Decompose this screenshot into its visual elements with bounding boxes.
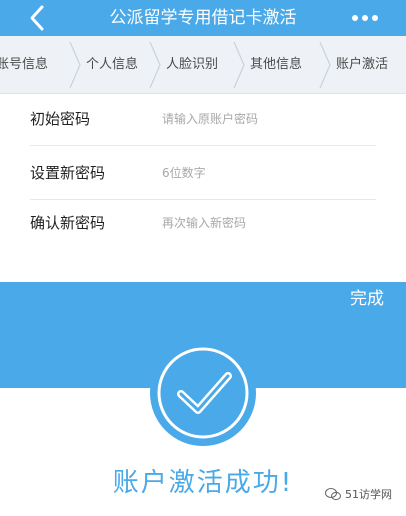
confirm-password-input[interactable]: [162, 210, 362, 236]
confirm-password-row: 确认新密码: [30, 196, 376, 250]
back-button[interactable]: [24, 4, 52, 32]
check-circle-icon: [150, 340, 256, 446]
initial-password-label: 初始密码: [30, 110, 91, 128]
success-badge: [148, 338, 258, 448]
step-account-info: 账号信息: [0, 57, 49, 72]
step-separator-icon: [233, 42, 245, 88]
new-password-row: 设置新密码: [30, 146, 376, 200]
done-button[interactable]: 完成: [350, 284, 384, 309]
watermark: 51访学网: [325, 486, 392, 502]
more-dots-icon: [352, 15, 378, 21]
wechat-icon: [325, 488, 341, 501]
step-separator-icon: [149, 42, 161, 88]
confirm-password-label: 确认新密码: [30, 214, 106, 232]
initial-password-input[interactable]: [162, 106, 362, 132]
new-password-input[interactable]: [162, 160, 362, 186]
page-title: 公派留学专用借记卡激活: [109, 8, 297, 28]
new-password-label: 设置新密码: [30, 164, 106, 182]
more-button[interactable]: [350, 10, 380, 26]
step-face-recognition: 人脸识别: [166, 57, 219, 72]
initial-password-row: 初始密码: [30, 92, 376, 146]
step-other-info: 其他信息: [250, 57, 303, 72]
step-personal-info: 个人信息: [86, 57, 139, 72]
step-account-activation: 账户激活: [336, 57, 389, 72]
step-separator-icon: [319, 42, 331, 88]
chevron-left-icon: [30, 5, 44, 31]
step-breadcrumb: 账号信息 个人信息 人脸识别 其他信息 账户激活: [0, 36, 406, 94]
step-separator-icon: [69, 42, 81, 88]
watermark-text: 51访学网: [345, 488, 392, 501]
section-gap: [0, 246, 406, 282]
top-nav-bar: 公派留学专用借记卡激活: [0, 0, 406, 36]
